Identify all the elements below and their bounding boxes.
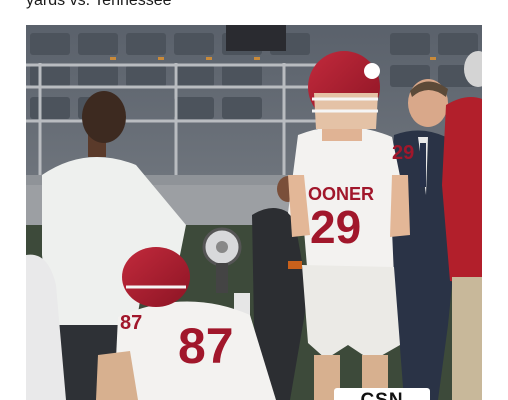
holder-shoulder-number: 87 (120, 312, 142, 334)
post: yards vs. Tennessee OONER 29 29 87 87 (0, 0, 508, 400)
photo-illustration: OONER 29 29 87 87 (26, 25, 482, 400)
kicker-jersey-number: 29 (310, 201, 361, 253)
post-caption: yards vs. Tennessee (26, 0, 172, 9)
holder-helmet (122, 247, 190, 307)
kicker-shoulder-number: 29 (392, 142, 414, 164)
network-watermark: CSN (334, 388, 430, 400)
photo[interactable]: OONER 29 29 87 87 (26, 25, 482, 400)
holder-jersey-number: 87 (178, 318, 234, 374)
